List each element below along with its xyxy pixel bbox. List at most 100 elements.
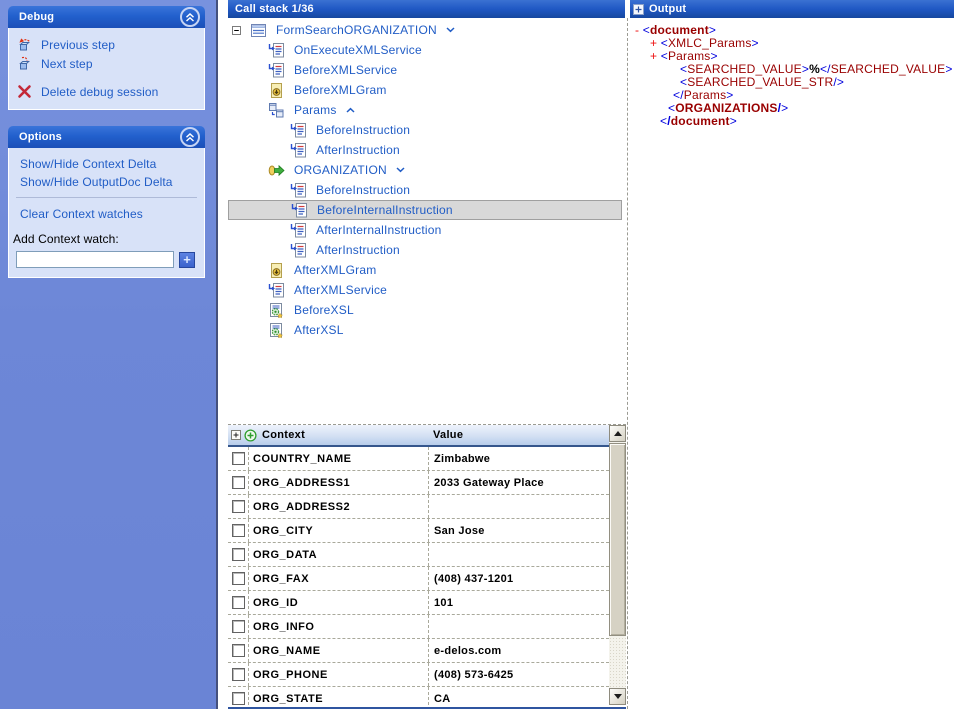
row-checkbox[interactable] xyxy=(232,452,245,465)
scroll-up-button[interactable] xyxy=(609,425,626,442)
context-value: 2033 Gateway Place xyxy=(428,471,609,494)
add-watch-button[interactable]: + xyxy=(179,252,195,268)
callstack-node[interactable]: Params xyxy=(228,100,622,120)
row-checkbox[interactable] xyxy=(232,572,245,585)
xml-expand-marker[interactable]: + xyxy=(650,36,661,50)
callstack-node[interactable]: BeforeInstruction xyxy=(228,120,622,140)
options-panel: Options Show/Hide Context Delta Show/Hid… xyxy=(8,126,205,278)
callstack-node[interactable]: AfterInstruction xyxy=(228,240,622,260)
callstack-node[interactable]: BeforeInstruction xyxy=(228,180,622,200)
context-name: ORG_INFO xyxy=(248,615,428,638)
previous-step-button[interactable]: Previous step xyxy=(9,35,204,54)
options-separator xyxy=(16,197,197,198)
row-checkbox[interactable] xyxy=(232,548,245,561)
row-checkbox[interactable] xyxy=(232,644,245,657)
callstack-header: Call stack 1/36 xyxy=(228,0,625,18)
callstack-node[interactable]: AfterXSL xyxy=(228,320,622,340)
next-step-label: Next step xyxy=(41,57,93,71)
tree-collapse-box[interactable] xyxy=(232,26,241,35)
row-checkbox[interactable] xyxy=(232,620,245,633)
value-column-header: Value xyxy=(433,429,463,441)
callstack-node[interactable]: BeforeXSL xyxy=(228,300,622,320)
table-scrollbar[interactable] xyxy=(609,425,626,705)
xml-token: > xyxy=(711,49,718,63)
chevron-down-icon[interactable] xyxy=(396,167,405,173)
xml-expand-marker[interactable]: - xyxy=(635,23,643,37)
show-hide-outputdoc-delta-link[interactable]: Show/Hide OutputDoc Delta xyxy=(9,173,204,191)
checkbox-cell xyxy=(228,692,248,705)
collapse-options-panel-button[interactable] xyxy=(180,127,200,147)
callstack-node[interactable]: BeforeXMLGram xyxy=(228,80,622,100)
scroll-down-button[interactable] xyxy=(609,688,626,705)
delete-debug-session-label: Delete debug session xyxy=(41,85,158,99)
add-watch-plus-icon[interactable] xyxy=(244,429,257,442)
triangle-down-icon xyxy=(614,694,622,699)
context-row: ORG_INFO xyxy=(228,615,609,639)
row-checkbox[interactable] xyxy=(232,500,245,513)
context-name: ORG_ID xyxy=(248,591,428,614)
step-previous-icon xyxy=(17,37,32,52)
params-icon xyxy=(268,102,285,119)
clear-context-watches-link[interactable]: Clear Context watches xyxy=(9,205,204,223)
callstack-node[interactable]: AfterInternalInstruction xyxy=(228,220,622,240)
output-expand-icon[interactable] xyxy=(633,4,644,15)
doc-arrow-icon xyxy=(290,242,307,259)
callstack-node-label: AfterXMLService xyxy=(294,283,387,297)
callstack-node[interactable]: BeforeXMLService xyxy=(228,60,622,80)
callstack-node-label: OnExecuteXMLService xyxy=(294,43,422,57)
chevron-down-icon[interactable] xyxy=(446,27,455,33)
callstack-node[interactable]: FormSearchORGANIZATION xyxy=(228,20,622,40)
callstack-node-label: BeforeInternalInstruction xyxy=(317,203,453,217)
checkbox-cell xyxy=(228,500,248,513)
context-row: ORG_STATECA xyxy=(228,687,609,705)
context-name: ORG_ADDRESS1 xyxy=(248,471,428,494)
double-chevron-up-icon xyxy=(185,133,195,142)
callstack-node[interactable]: ORGANIZATION xyxy=(228,160,622,180)
context-row: ORG_DATA xyxy=(228,543,609,567)
callstack-node[interactable]: AfterInstruction xyxy=(228,140,622,160)
checkbox-cell xyxy=(228,452,248,465)
collapse-debug-panel-button[interactable] xyxy=(180,7,200,27)
context-row: ORG_ADDRESS2 xyxy=(228,495,609,519)
context-value: (408) 437-1201 xyxy=(428,567,609,590)
xml-expand-marker[interactable]: + xyxy=(650,49,661,63)
doc-arrow-icon xyxy=(268,42,285,59)
xml-token: </ xyxy=(820,62,831,76)
context-row: COUNTRY_NAMEZimbabwe xyxy=(228,447,609,471)
row-checkbox[interactable] xyxy=(232,596,245,609)
callstack-node[interactable]: BeforeInternalInstruction xyxy=(228,200,622,220)
row-checkbox[interactable] xyxy=(232,476,245,489)
panel-divider xyxy=(627,18,628,709)
chevron-up-icon[interactable] xyxy=(346,107,355,113)
context-watch-input[interactable] xyxy=(16,251,174,268)
previous-step-label: Previous step xyxy=(41,38,115,52)
callstack-node-label: ORGANIZATION xyxy=(294,163,387,177)
callstack-node[interactable]: OnExecuteXMLService xyxy=(228,40,622,60)
next-step-button[interactable]: Next step xyxy=(9,54,204,73)
step-next-icon xyxy=(17,56,32,71)
context-value xyxy=(428,495,609,518)
show-hide-context-delta-link[interactable]: Show/Hide Context Delta xyxy=(9,155,204,173)
callstack-node-label: Params xyxy=(294,103,337,117)
context-table: Context Value COUNTRY_NAMEZimbabweORG_AD… xyxy=(228,424,626,709)
context-table-header: Context Value xyxy=(228,425,609,447)
callstack-node[interactable]: AfterXMLGram xyxy=(228,260,622,280)
options-panel-body: Show/Hide Context Delta Show/Hide Output… xyxy=(8,148,205,278)
context-name: ORG_STATE xyxy=(248,687,428,705)
expand-all-icon[interactable] xyxy=(231,430,241,440)
xml-token: SEARCHED_VALUE_STR xyxy=(687,75,833,89)
scrollbar-thumb[interactable] xyxy=(609,443,626,636)
row-checkbox[interactable] xyxy=(232,668,245,681)
xsl-icon xyxy=(268,302,285,319)
xml-line: </document> xyxy=(632,115,952,128)
add-watch-row: + xyxy=(9,251,204,268)
context-name: ORG_NAME xyxy=(248,639,428,662)
delete-debug-session-button[interactable]: Delete debug session xyxy=(9,82,204,101)
callstack-node[interactable]: AfterXMLService xyxy=(228,280,622,300)
row-checkbox[interactable] xyxy=(232,524,245,537)
callstack-node-label: BeforeXSL xyxy=(294,303,354,317)
debug-panel-body: Previous step Next step Delete debug ses… xyxy=(8,28,205,110)
row-checkbox[interactable] xyxy=(232,692,245,705)
context-row: ORG_FAX(408) 437-1201 xyxy=(228,567,609,591)
green-arrow-icon xyxy=(268,162,285,179)
